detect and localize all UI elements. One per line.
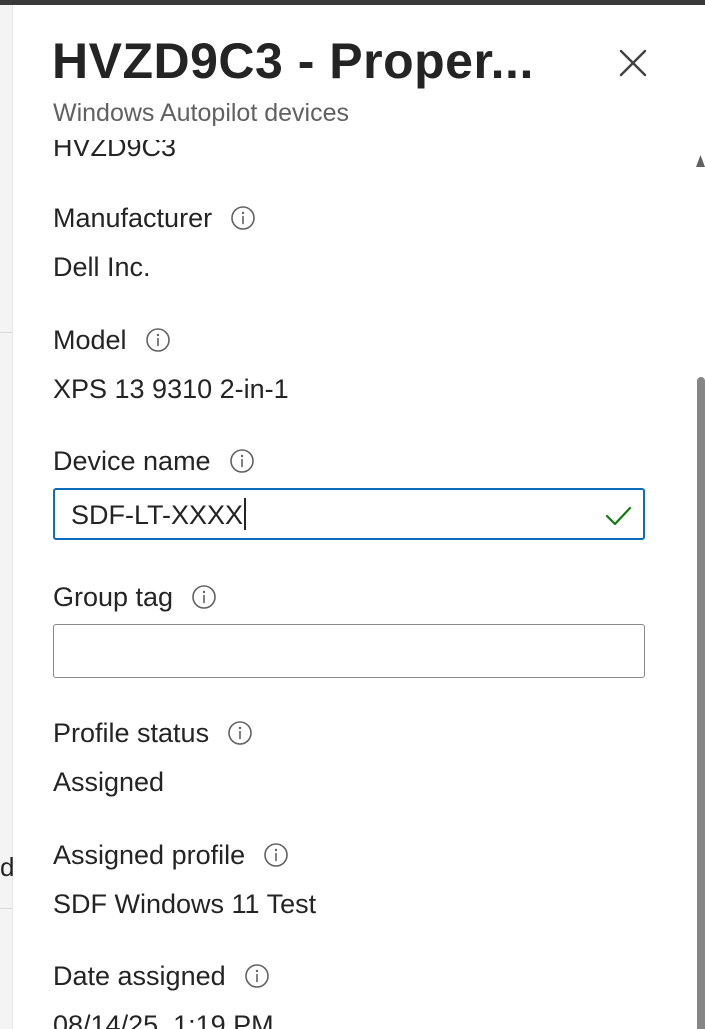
properties-content: HVZD9C3 Manufacturer Dell Inc. Model XPS… xyxy=(13,5,705,1029)
model-label: Model xyxy=(53,322,171,358)
date-assigned-value: 08/14/25, 1:19 PM xyxy=(53,1010,274,1029)
assigned-profile-value: SDF Windows 11 Test xyxy=(53,889,317,919)
manufacturer-label: Manufacturer xyxy=(53,200,256,236)
info-icon[interactable] xyxy=(263,842,289,868)
device-name-label-text: Device name xyxy=(53,446,211,476)
properties-panel: HVZD9C3 Manufacturer Dell Inc. Model XPS… xyxy=(13,5,705,1029)
group-tag-label-text: Group tag xyxy=(53,582,174,612)
assigned-profile-label-text: Assigned profile xyxy=(53,840,246,870)
profile-status-value: Assigned xyxy=(53,767,165,797)
info-icon[interactable] xyxy=(229,448,255,474)
panel-header: HVZD9C3 - Proper... Windows Autopilot de… xyxy=(13,5,705,140)
manufacturer-value: Dell Inc. xyxy=(53,252,151,282)
scrollbar-thumb[interactable] xyxy=(697,377,705,1029)
device-name-input[interactable]: SDF-LT-XXXX xyxy=(53,488,645,540)
date-assigned-label: Date assigned xyxy=(53,958,270,994)
background-divider xyxy=(0,908,12,909)
info-icon[interactable] xyxy=(244,963,270,989)
date-assigned-label-text: Date assigned xyxy=(53,961,226,991)
background-page: d xyxy=(0,5,14,1029)
manufacturer-label-text: Manufacturer xyxy=(53,203,213,233)
device-name-input-value: SDF-LT-XXXX xyxy=(71,497,247,533)
model-value: XPS 13 9310 2-in-1 xyxy=(53,374,289,404)
profile-status-label: Profile status xyxy=(53,715,253,751)
device-name-label: Device name xyxy=(53,443,255,479)
check-icon xyxy=(605,506,632,526)
scrollbar[interactable] xyxy=(696,145,705,1029)
scroll-up-arrow-icon[interactable] xyxy=(696,153,705,173)
text-cursor xyxy=(244,498,247,530)
group-tag-input[interactable] xyxy=(53,624,645,678)
info-icon[interactable] xyxy=(227,720,253,746)
info-icon[interactable] xyxy=(145,327,171,353)
close-icon[interactable] xyxy=(611,41,655,85)
info-icon[interactable] xyxy=(191,584,217,610)
profile-status-label-text: Profile status xyxy=(53,718,210,748)
page-title: HVZD9C3 - Proper... xyxy=(52,33,534,89)
assigned-profile-label: Assigned profile xyxy=(53,837,289,873)
page-subtitle: Windows Autopilot devices xyxy=(53,99,349,127)
group-tag-label: Group tag xyxy=(53,579,217,615)
model-label-text: Model xyxy=(53,325,127,355)
background-divider xyxy=(0,332,12,333)
info-icon[interactable] xyxy=(230,205,256,231)
